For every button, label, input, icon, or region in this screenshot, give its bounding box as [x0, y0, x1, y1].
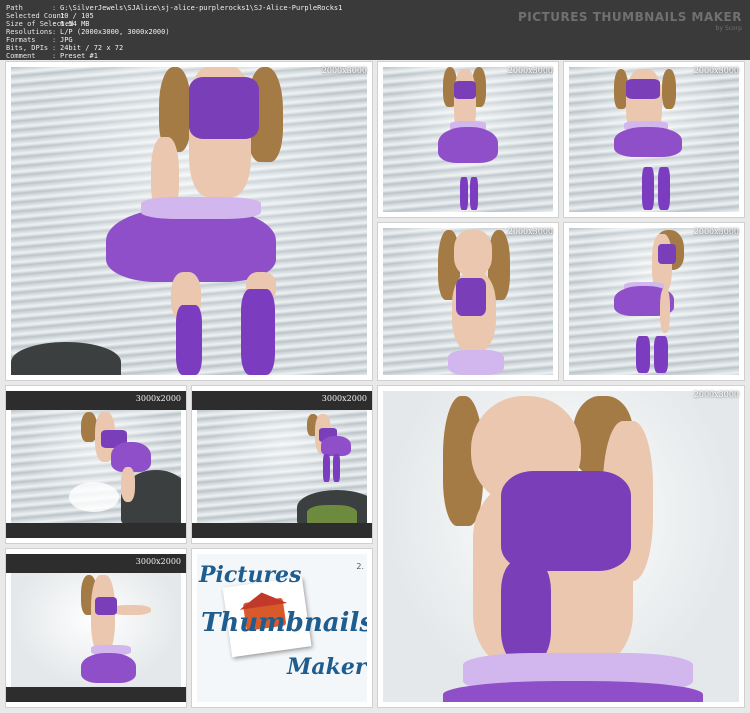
thumbnail-resolution: 2000x3000: [507, 66, 553, 75]
app-logo-tile: Pictures Thumbnails Maker 2.: [192, 549, 372, 707]
thumbnail-image: [11, 67, 367, 375]
letterbox-bottom: [6, 523, 186, 538]
thumbnail-9[interactable]: 3000x2000: [6, 549, 186, 707]
thumbnail-resolution: 2000x3000: [507, 227, 553, 236]
thumbnail-7[interactable]: 3000x2000: [192, 386, 372, 543]
info-formats: Formats: JPG: [6, 36, 73, 44]
thumbnail-resolution: 2000x3000: [321, 66, 367, 75]
thumbnail-6[interactable]: 3000x2000: [6, 386, 186, 543]
thumbnail-8[interactable]: 2000x3000: [378, 386, 744, 707]
thumbnail-image: [569, 67, 739, 212]
thumbnail-resolution: 2000x3000: [693, 227, 739, 236]
thumbnail-resolution: 2000x3000: [693, 390, 739, 399]
thumbnail-resolution: 3000x2000: [135, 394, 181, 403]
brand-byline: by Scorp: [715, 25, 742, 32]
thumbnail-resolution: 3000x2000: [135, 557, 181, 566]
brand-title: PICTURES THUMBNAILS MAKER: [517, 10, 742, 24]
info-bits-dpi: Bits, DPIs:24bit / 72 x 72: [6, 44, 124, 52]
thumbnail-image: [197, 410, 367, 523]
letterbox-bottom: [192, 523, 372, 538]
info-path: Path: G:\SilverJewels\SJAlice\sj-alice-pu…: [6, 4, 343, 12]
brand-logo: PICTURES THUMBNAILS MAKER by Scorp: [518, 10, 742, 32]
logo-line1: Pictures: [199, 562, 302, 588]
thumbnail-image: [569, 228, 739, 375]
info-header: Path: G:\SilverJewels\SJAlice\sj-alice-pu…: [0, 0, 750, 60]
thumbnail-image: [383, 67, 553, 212]
logo-line3: Maker: [287, 654, 367, 680]
thumbnail-resolution: 2000x3000: [693, 66, 739, 75]
info-comment: Comment: Preset #1: [6, 52, 98, 60]
info-resolutions: Resolutions: L/P (2000x3000, 3000x2000): [6, 28, 170, 36]
thumbnail-resolution: 3000x2000: [321, 394, 367, 403]
thumbnail-3[interactable]: 2000x3000: [564, 62, 744, 217]
thumbnail-5[interactable]: 2000x3000: [564, 223, 744, 380]
thumbnail-image: [383, 391, 739, 702]
info-size: Size of Selected: 6.54 MB: [6, 20, 90, 28]
thumbnail-2[interactable]: 2000x3000: [378, 62, 558, 217]
logo-line2: Thumbnails: [201, 608, 367, 638]
thumbnail-1[interactable]: 2000x3000: [6, 62, 372, 380]
thumbnail-image: [383, 228, 553, 375]
thumbnail-image: [11, 410, 181, 523]
thumbnail-image: [11, 573, 181, 687]
logo-version: 2.: [356, 562, 364, 571]
letterbox-bottom: [6, 687, 186, 702]
thumbnail-4[interactable]: 2000x3000: [378, 223, 558, 380]
logo-image: Pictures Thumbnails Maker 2.: [197, 554, 367, 702]
info-selected-count: Selected Count: 10 / 105: [6, 12, 94, 20]
